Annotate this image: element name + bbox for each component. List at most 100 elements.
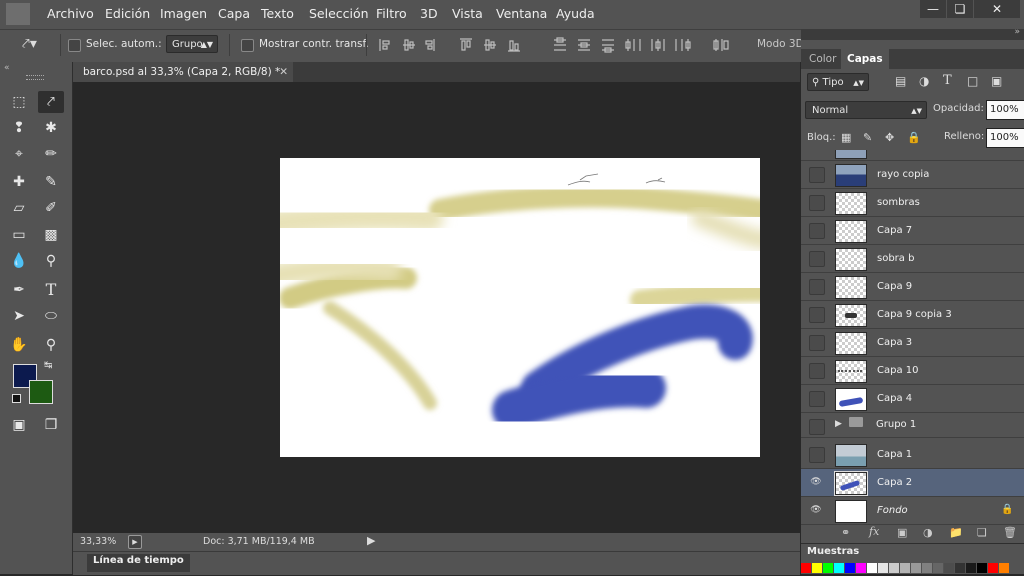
move-tool-preset-icon[interactable]: ⤤▾ — [22, 36, 37, 52]
brush-tool-icon[interactable]: ✎ — [38, 171, 64, 193]
visibility-toggle[interactable] — [809, 167, 825, 183]
layer-row[interactable]: 👁 Capa 2 — [801, 469, 1024, 497]
link-layers-icon[interactable]: ⚭ — [841, 526, 850, 539]
layer-row[interactable]: sobra b — [801, 245, 1024, 273]
layer-row[interactable]: Capa 9 — [801, 273, 1024, 301]
color-swatch[interactable] — [966, 563, 976, 573]
color-swatch[interactable] — [911, 563, 921, 573]
color-swatch[interactable] — [933, 563, 943, 573]
default-colors-icon[interactable] — [12, 394, 21, 403]
filter-image-icon[interactable]: ▤ — [895, 74, 906, 88]
lock-transparent-icon[interactable]: ▦ — [841, 131, 851, 144]
visibility-toggle[interactable] — [809, 279, 825, 295]
menu-ayuda[interactable]: Ayuda — [556, 6, 595, 21]
filter-smart-object-icon[interactable]: ▣ — [991, 74, 1002, 88]
marquee-tool-icon[interactable]: ⬚ — [6, 91, 32, 113]
background-color[interactable] — [29, 380, 53, 404]
auto-select-checkbox[interactable] — [68, 39, 81, 52]
status-menu-arrow-icon[interactable]: ▶ — [367, 534, 375, 547]
eyedropper-tool-icon[interactable]: ✏ — [38, 143, 64, 165]
tab-color[interactable]: Color — [805, 49, 840, 69]
quick-mask-icon[interactable]: ▣ — [6, 414, 32, 436]
visibility-toggle[interactable] — [809, 391, 825, 407]
crop-tool-icon[interactable]: ⌖ — [6, 143, 32, 165]
layer-row[interactable]: sombras — [801, 189, 1024, 217]
healing-brush-tool-icon[interactable]: ✚ — [6, 171, 32, 193]
menu-3d[interactable]: 3D — [420, 6, 438, 21]
timeline-tab[interactable]: Línea de tiempo — [87, 554, 190, 572]
color-swatch[interactable] — [922, 563, 932, 573]
adjustment-layer-icon[interactable]: ◑ — [923, 526, 933, 539]
visibility-toggle[interactable] — [809, 419, 825, 435]
layer-row[interactable]: Capa 7 — [801, 217, 1024, 245]
restore-button[interactable]: ❏ — [947, 0, 973, 18]
blend-mode-dropdown[interactable]: Normal ▲▼ — [805, 101, 927, 119]
menu-archivo[interactable]: Archivo — [47, 6, 94, 21]
app-icon[interactable] — [6, 3, 30, 25]
layer-row[interactable]: Capa 9 copia 3 — [801, 301, 1024, 329]
new-group-icon[interactable]: 📁 — [949, 526, 963, 539]
color-swatch[interactable] — [977, 563, 987, 573]
menu-imagen[interactable]: Imagen — [160, 6, 207, 21]
color-swatch[interactable] — [856, 563, 866, 573]
magic-wand-tool-icon[interactable]: ✱ — [38, 117, 64, 139]
filter-type-icon[interactable]: T — [943, 73, 952, 88]
clone-stamp-tool-icon[interactable]: ▱ — [6, 197, 32, 219]
layer-row[interactable]: Capa 4 — [801, 385, 1024, 413]
layer-row[interactable]: Capa 3 — [801, 329, 1024, 357]
visibility-toggle[interactable] — [809, 223, 825, 239]
filter-shape-icon[interactable]: □ — [967, 74, 978, 88]
visibility-toggle[interactable] — [809, 363, 825, 379]
menu-seleccion[interactable]: Selección — [309, 6, 369, 21]
layer-filter-dropdown[interactable]: ⚲ Tipo ▲▼ — [807, 73, 869, 91]
history-brush-tool-icon[interactable]: ✐ — [38, 197, 64, 219]
document-tab[interactable]: barco.psd al 33,3% (Capa 2, RGB/8) * ✕ — [73, 62, 293, 82]
grip-icon[interactable] — [26, 75, 44, 80]
visibility-toggle[interactable] — [809, 307, 825, 323]
close-window-button[interactable]: ✕ — [974, 0, 1020, 18]
show-transform-checkbox[interactable] — [241, 39, 254, 52]
eye-icon[interactable]: 👁 — [809, 475, 823, 489]
lock-all-icon[interactable]: 🔒 — [907, 131, 921, 144]
expand-arrow-icon[interactable]: ▶ — [835, 419, 842, 429]
auto-select-dropdown[interactable]: Grupo ▲▼ — [166, 35, 218, 53]
layer-style-icon[interactable]: fx — [869, 525, 879, 538]
blur-tool-icon[interactable]: 💧 — [6, 250, 32, 272]
color-swatch[interactable] — [889, 563, 899, 573]
color-swatch[interactable] — [878, 563, 888, 573]
zoom-level[interactable]: 33,33% — [80, 536, 116, 547]
dodge-tool-icon[interactable]: ⚲ — [38, 250, 64, 272]
delete-layer-icon[interactable]: 🗑 — [1003, 526, 1017, 539]
color-swatch[interactable] — [812, 563, 822, 573]
align-distribute-icons[interactable] — [378, 37, 748, 53]
add-mask-icon[interactable]: ▣ — [897, 526, 907, 539]
type-tool-icon[interactable]: T — [38, 279, 64, 301]
lasso-tool-icon[interactable]: ❢ — [6, 117, 32, 139]
path-selection-tool-icon[interactable]: ➤ — [6, 305, 32, 327]
color-swatch[interactable] — [999, 563, 1009, 573]
layer-row[interactable]: 👁 Fondo 🔒 — [801, 497, 1024, 525]
menu-ventana[interactable]: Ventana — [496, 6, 547, 21]
zoom-tool-icon[interactable]: ⚲ — [38, 334, 64, 356]
layer-row[interactable]: Capa 10 — [801, 357, 1024, 385]
move-tool-icon[interactable]: ⤤ — [38, 91, 64, 113]
status-export-icon[interactable]: ▶ — [128, 535, 142, 549]
layer-row[interactable]: rayo copia — [801, 161, 1024, 189]
visibility-toggle[interactable] — [809, 335, 825, 351]
lock-position-icon[interactable]: ✥ — [885, 131, 894, 144]
menu-capa[interactable]: Capa — [218, 6, 250, 21]
visibility-toggle[interactable] — [809, 251, 825, 267]
color-swatch[interactable] — [988, 563, 998, 573]
close-tab-icon[interactable]: ✕ — [279, 62, 288, 82]
gradient-tool-icon[interactable]: ▩ — [38, 224, 64, 246]
pen-tool-icon[interactable]: ✒ — [6, 279, 32, 301]
color-swatch[interactable] — [845, 563, 855, 573]
color-swatch[interactable] — [944, 563, 954, 573]
opacity-field[interactable]: 100% — [986, 100, 1024, 120]
hand-tool-icon[interactable]: ✋ — [6, 334, 32, 356]
color-swatch[interactable] — [801, 563, 811, 573]
collapse-arrows-icon[interactable]: « — [4, 63, 10, 73]
tab-layers[interactable]: Capas — [841, 49, 889, 69]
layer-row-partial[interactable] — [801, 150, 1024, 161]
filter-adjustment-icon[interactable]: ◑ — [919, 74, 929, 88]
